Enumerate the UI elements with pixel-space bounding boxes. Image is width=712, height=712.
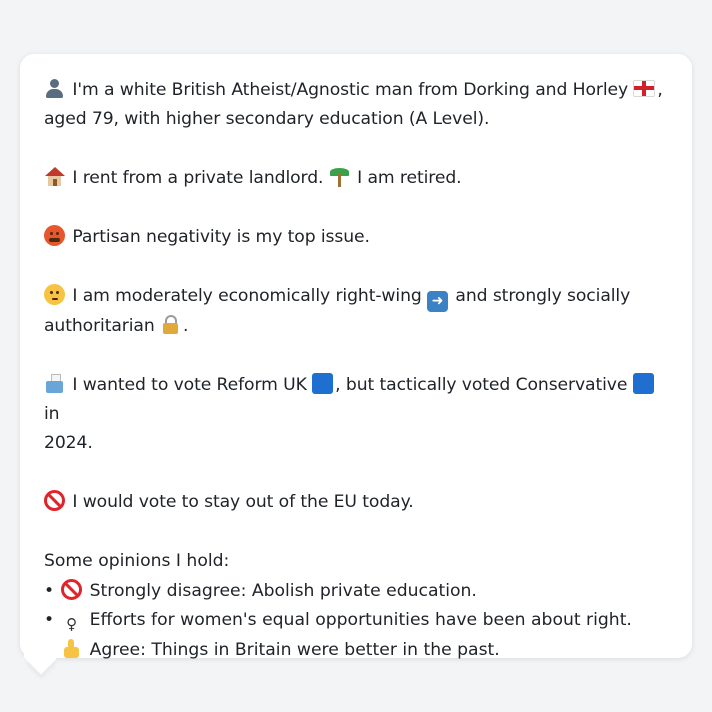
opinion-text: Agree: Things in Britain were better in … <box>89 639 500 660</box>
thumbs-up-icon <box>61 638 82 659</box>
list-item: • Agree: Things in Britain were better i… <box>44 636 668 666</box>
no-entry-icon <box>61 578 83 600</box>
age-education-text: aged 79, with higher secondary education… <box>44 109 490 129</box>
work-text: I am retired. <box>357 168 462 188</box>
housing-paragraph: I rent from a private landlord. I am ret… <box>44 164 668 193</box>
eu-text: I would vote to stay out of the EU today… <box>72 492 414 512</box>
opinion-text: Efforts for women's equal opportunities … <box>89 610 632 630</box>
opinions-heading: Some opinions I hold: <box>44 551 230 571</box>
palm-tree-icon <box>329 166 350 187</box>
speech-bubble-tail-join <box>24 640 64 658</box>
ballot-box-icon <box>44 373 65 394</box>
intro-text: I'm a white British Atheist/Agnostic man… <box>72 80 629 100</box>
opinion-text: Strongly disagree: Abolish private educa… <box>89 580 477 601</box>
top-issue-text: Partisan negativity is my top issue. <box>72 227 370 247</box>
person-silhouette-icon <box>44 78 65 99</box>
angry-face-icon <box>44 225 65 246</box>
authoritarian-text: authoritarian <box>44 316 155 336</box>
housing-text: I rent from a private landlord. <box>72 168 324 188</box>
blue-square-icon <box>632 373 654 394</box>
social-text: and strongly socially <box>455 286 631 306</box>
economics-text: I am moderately economically right-wing <box>72 286 422 306</box>
issue-paragraph: Partisan negativity is my top issue. <box>44 223 668 252</box>
list-item: • ♀ Efforts for women's equal opportuniti… <box>44 610 632 633</box>
vote-paragraph: I wanted to vote Reform UK , but tactica… <box>44 371 668 458</box>
vote-actual-text: , but tactically voted Conservative <box>335 375 628 395</box>
house-icon <box>44 166 65 187</box>
blue-square-icon <box>312 373 334 394</box>
vote-year-text: 2024. <box>44 433 93 453</box>
ideology-paragraph: I am moderately economically right-wing … <box>44 284 631 336</box>
eu-paragraph: I would vote to stay out of the EU today… <box>44 488 668 517</box>
profile-card: I'm a white British Atheist/Agnostic man… <box>20 54 692 660</box>
opinions-list: Some opinions I hold: • Strongly disagre… <box>44 547 668 665</box>
no-entry-icon <box>44 490 65 511</box>
england-flag-icon <box>633 80 656 97</box>
list-item: • Strongly disagree: Abolish private edu… <box>44 578 477 601</box>
thinking-face-icon <box>44 284 65 305</box>
intro-paragraph: I'm a white British Atheist/Agnostic man… <box>44 78 663 129</box>
lock-icon <box>160 314 181 335</box>
female-sign-icon: ♀ <box>66 615 78 633</box>
vote-intent-text: I wanted to vote Reform UK <box>72 375 307 395</box>
right-arrow-icon: ➜ <box>427 291 449 312</box>
